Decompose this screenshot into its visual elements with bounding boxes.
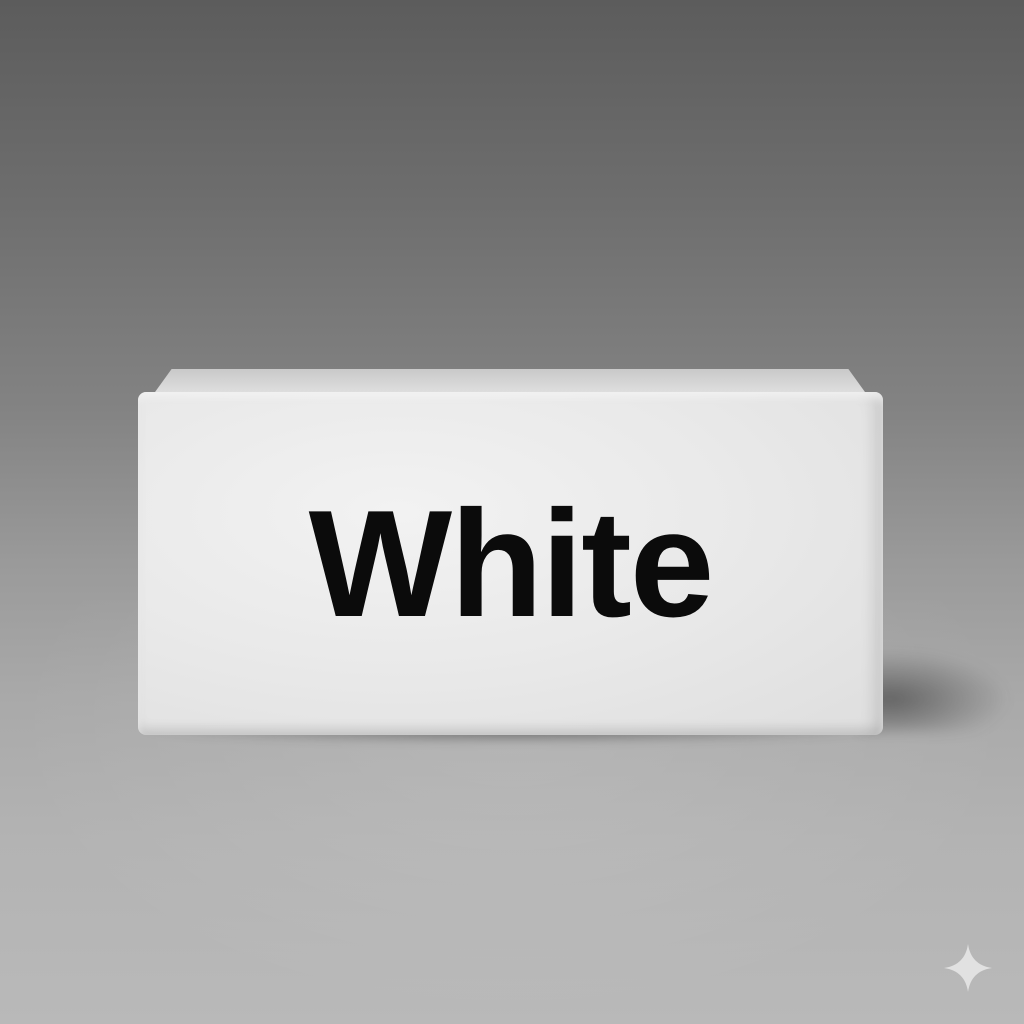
photo-scene: White (0, 0, 1024, 1024)
block-label: White (308, 479, 715, 649)
white-block: White (138, 392, 883, 735)
sparkle-icon (944, 944, 992, 992)
